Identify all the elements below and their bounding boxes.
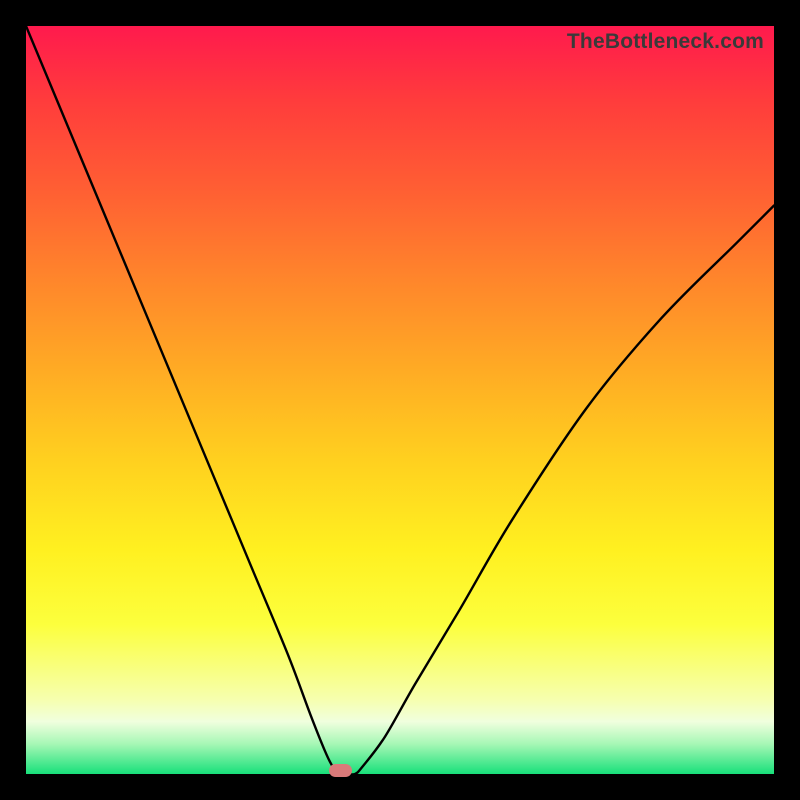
- min-marker: [329, 764, 352, 777]
- plot-area: TheBottleneck.com: [26, 26, 774, 774]
- chart-frame: TheBottleneck.com: [0, 0, 800, 800]
- bottleneck-curve: [26, 26, 774, 774]
